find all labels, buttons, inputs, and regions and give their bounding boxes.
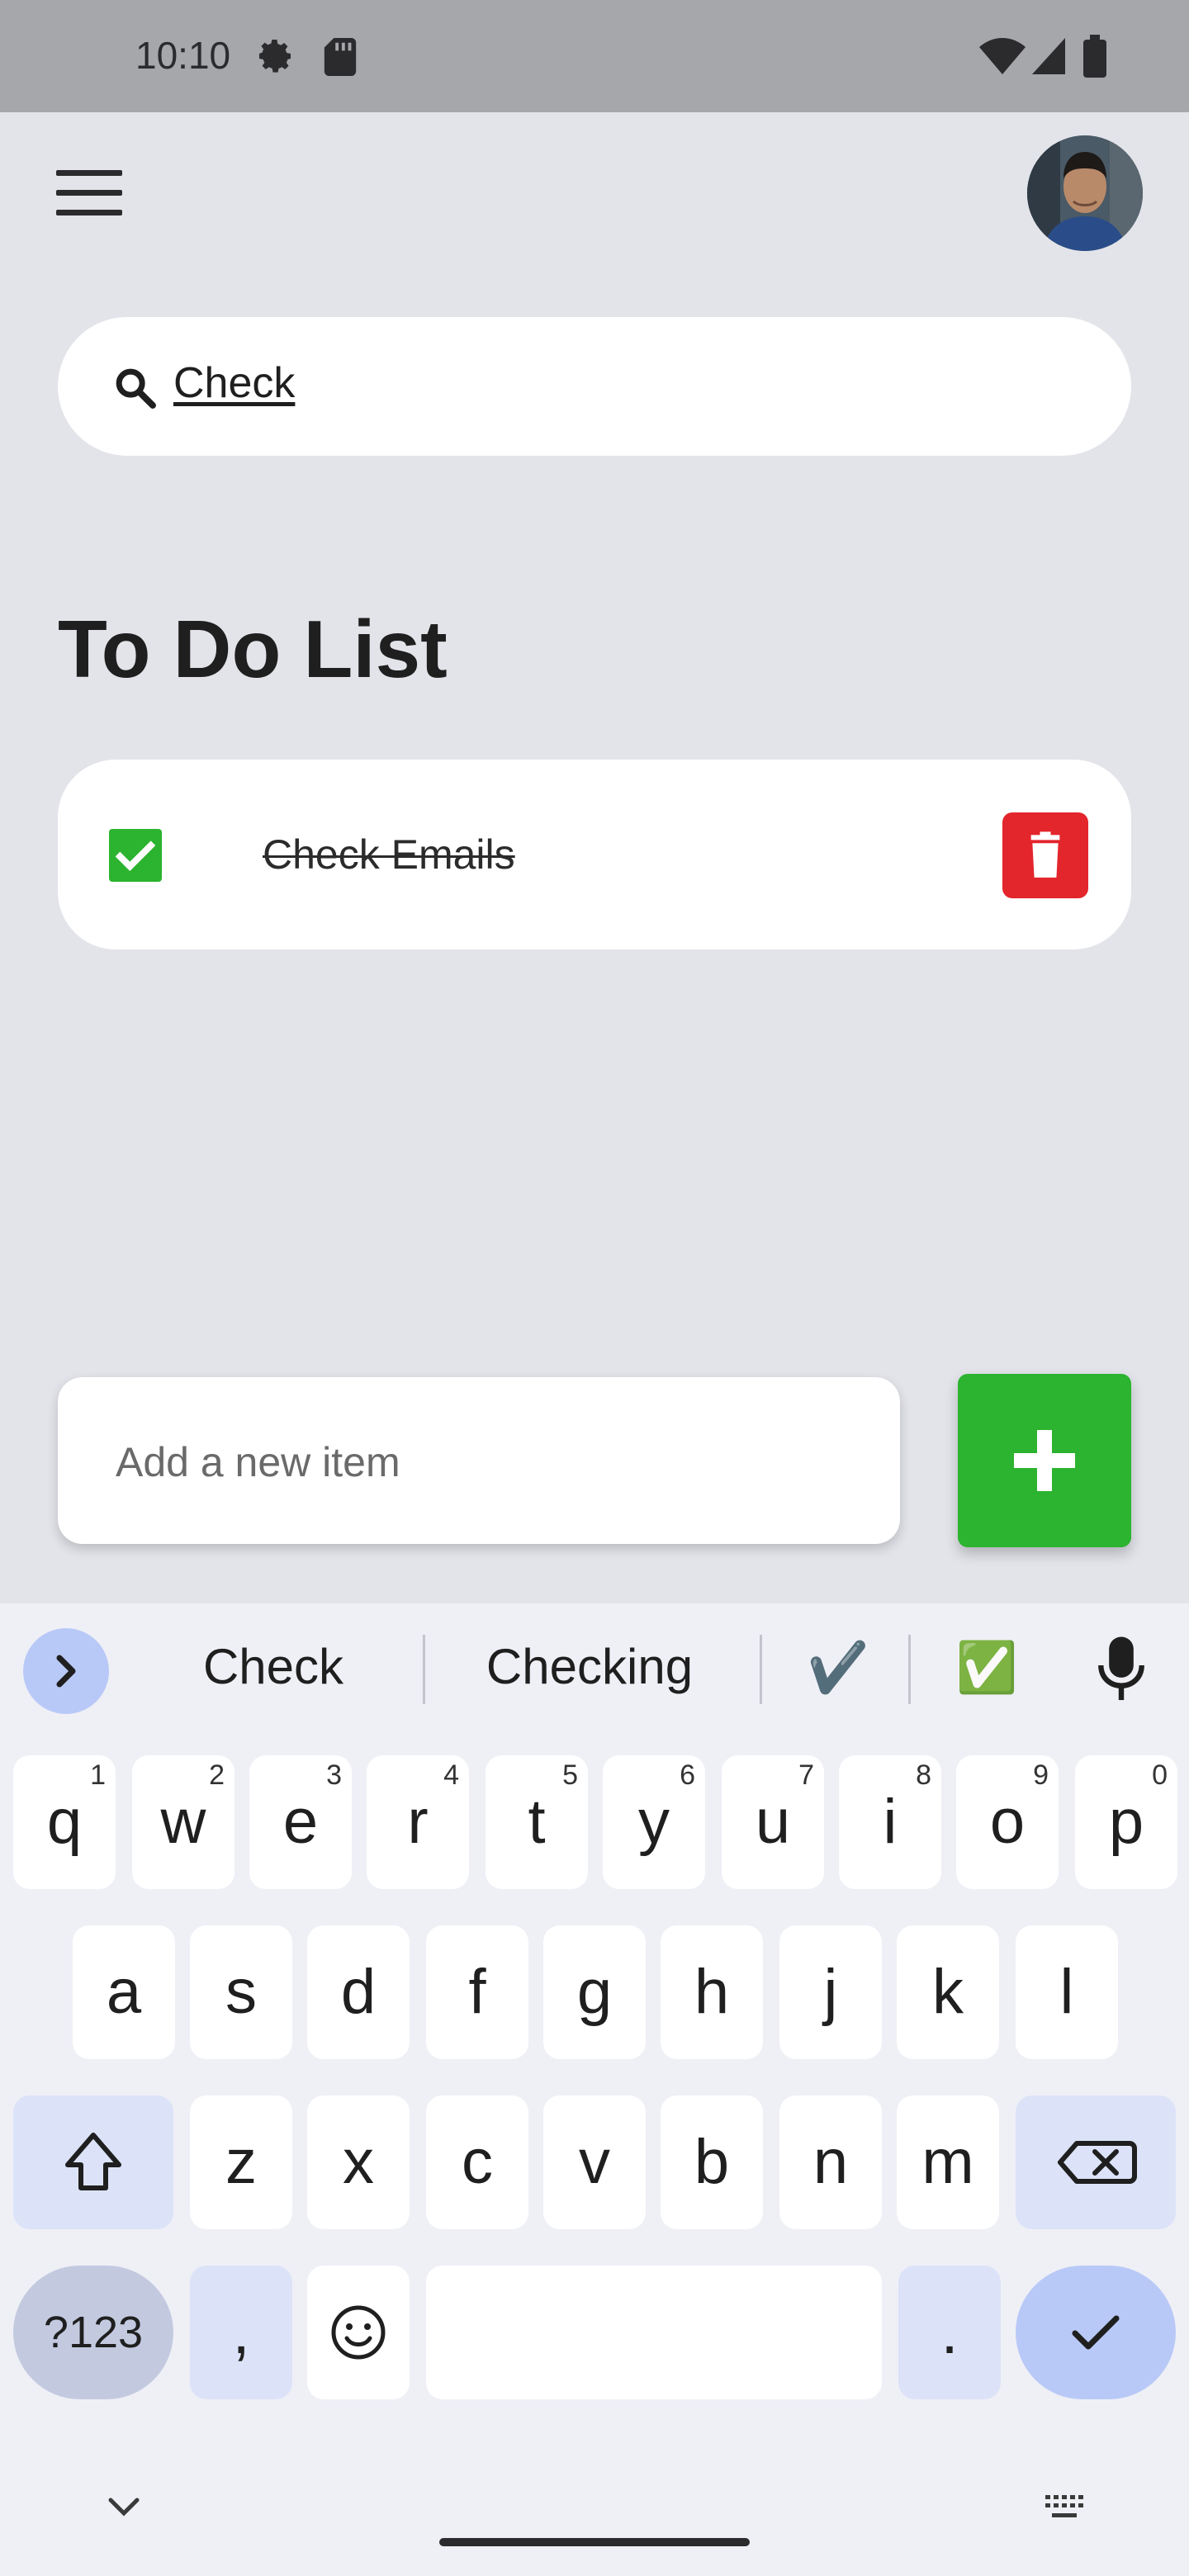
key-d[interactable]: d <box>307 1925 410 2059</box>
key-y[interactable]: y6 <box>603 1755 705 1889</box>
on-screen-keyboard <box>0 1603 1189 2576</box>
key-t[interactable]: t5 <box>486 1755 588 1889</box>
suggestions-expand-button[interactable] <box>23 1628 109 1714</box>
key-space[interactable] <box>426 2266 882 2399</box>
user-avatar[interactable] <box>1027 135 1143 251</box>
key-z[interactable]: z <box>190 2095 292 2229</box>
delete-button[interactable] <box>1002 812 1088 898</box>
suggestion-divider <box>908 1635 911 1704</box>
keyboard-switch-icon[interactable] <box>1042 2490 1092 2523</box>
key-h[interactable]: h <box>661 1925 763 2059</box>
key-w[interactable]: w2 <box>132 1755 234 1889</box>
suggestion-divider <box>423 1635 425 1704</box>
check-icon <box>115 841 156 871</box>
key-hint: 5 <box>562 1759 578 1791</box>
key-label: w <box>160 1787 206 1857</box>
key-label: e <box>282 1787 319 1857</box>
key-i[interactable]: i8 <box>839 1755 941 1889</box>
key-hint: 2 <box>209 1759 225 1791</box>
key-x[interactable]: x <box>307 2095 410 2229</box>
key-symbols[interactable]: ?123 <box>13 2266 173 2399</box>
key-label: y <box>638 1787 670 1857</box>
key-j[interactable]: j <box>779 1925 882 2059</box>
key-backspace[interactable] <box>1016 2095 1176 2229</box>
key-hint: 7 <box>798 1759 814 1791</box>
suggestion-checkmark-emoji[interactable]: ✔️ <box>784 1638 892 1704</box>
suggestion-check-box-emoji[interactable]: ✅ <box>933 1638 1040 1704</box>
key-p[interactable]: p0 <box>1075 1755 1177 1889</box>
gesture-nav-handle[interactable] <box>439 2538 750 2546</box>
key-s[interactable]: s <box>190 1925 292 2059</box>
avatar-photo <box>1027 135 1143 251</box>
key-period[interactable]: . <box>898 2266 1001 2399</box>
check-icon <box>1072 2315 1120 2350</box>
key-c[interactable]: c <box>426 2095 528 2229</box>
key-k[interactable]: k <box>897 1925 999 2059</box>
key-r[interactable]: r4 <box>367 1755 469 1889</box>
key-label: t <box>528 1787 546 1857</box>
suggestion-divider <box>760 1635 762 1704</box>
key-shift[interactable] <box>13 2095 173 2229</box>
key-l[interactable]: l <box>1016 1925 1118 2059</box>
key-label: r <box>407 1787 429 1857</box>
key-hint: 6 <box>680 1759 695 1791</box>
todo-item <box>58 760 1131 949</box>
hamburger-menu-icon[interactable] <box>56 170 122 216</box>
key-label: i <box>883 1787 898 1857</box>
key-label: q <box>46 1787 83 1857</box>
add-item-button[interactable] <box>958 1374 1131 1547</box>
wifi-icon <box>979 38 1026 74</box>
signal-icon <box>1032 38 1065 74</box>
gear-icon <box>259 40 291 73</box>
suggestion-check[interactable]: Check <box>162 1638 385 1704</box>
key-comma[interactable]: , <box>190 2266 292 2399</box>
key-n[interactable]: n <box>779 2095 882 2229</box>
key-enter[interactable] <box>1016 2266 1176 2399</box>
key-hint: 1 <box>90 1759 106 1791</box>
key-e[interactable]: e3 <box>249 1755 352 1889</box>
status-time: 10:10 <box>135 34 231 77</box>
trash-icon <box>1030 831 1060 878</box>
key-g[interactable]: g <box>543 1925 646 2059</box>
todo-item-text: Check Emails <box>263 831 515 878</box>
key-f[interactable]: f <box>426 1925 528 2059</box>
key-o[interactable]: o9 <box>956 1755 1059 1889</box>
key-hint: 4 <box>443 1759 459 1791</box>
search-icon <box>116 368 156 409</box>
key-label: o <box>989 1787 1026 1857</box>
backspace-icon <box>1058 2141 1137 2184</box>
key-hint: 0 <box>1152 1759 1168 1791</box>
key-hint: 9 <box>1033 1759 1049 1791</box>
key-label: p <box>1108 1787 1144 1857</box>
chevron-right-icon <box>56 1655 76 1688</box>
key-hint: 3 <box>326 1759 342 1791</box>
key-emoji[interactable] <box>307 2266 410 2399</box>
shift-icon <box>65 2133 121 2190</box>
microphone-icon[interactable] <box>1097 1635 1146 1704</box>
battery-icon <box>1083 35 1106 78</box>
plus-icon <box>1014 1430 1075 1491</box>
key-q[interactable]: q1 <box>13 1755 116 1889</box>
key-m[interactable]: m <box>897 2095 999 2229</box>
key-a[interactable]: a <box>73 1925 175 2059</box>
key-hint: 8 <box>916 1759 931 1791</box>
search-input[interactable]: Check <box>173 358 295 408</box>
todo-checkbox[interactable] <box>109 829 162 882</box>
key-u[interactable]: u7 <box>722 1755 824 1889</box>
hide-keyboard-chevron-icon[interactable] <box>102 2493 145 2520</box>
suggestion-checking[interactable]: Checking <box>457 1638 722 1704</box>
page-title: To Do List <box>58 604 448 694</box>
add-item-placeholder: Add a new item <box>116 1439 400 1485</box>
emoji-icon <box>331 2305 386 2360</box>
key-b[interactable]: b <box>661 2095 763 2229</box>
sd-card-icon <box>324 38 357 76</box>
key-v[interactable]: v <box>543 2095 646 2229</box>
key-label: u <box>755 1787 791 1857</box>
